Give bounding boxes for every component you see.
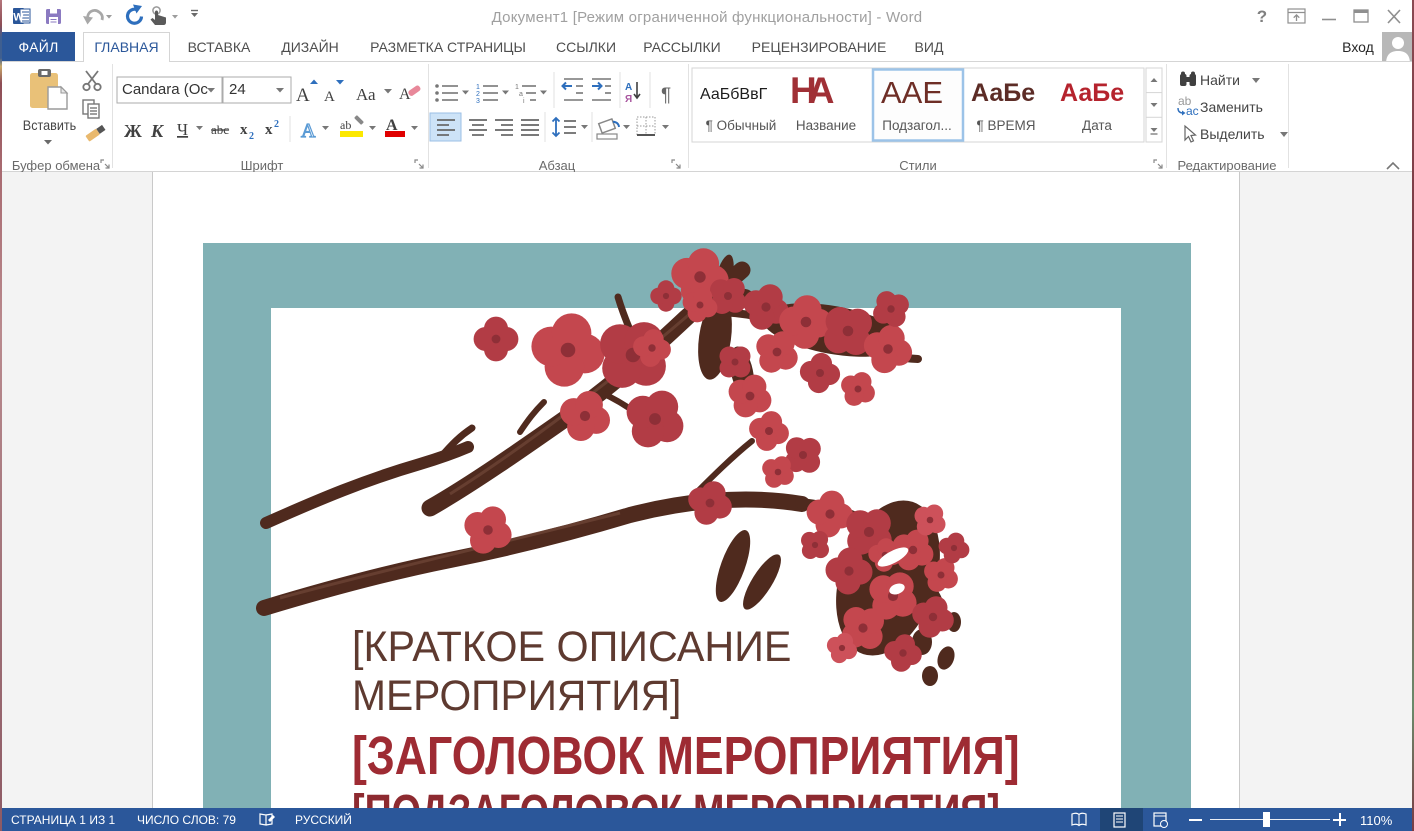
svg-text:ААЕ: ААЕ — [881, 75, 943, 110]
svg-text:К: К — [150, 121, 165, 141]
svg-text:Я: Я — [625, 94, 632, 105]
svg-text:x: x — [265, 122, 273, 138]
svg-text:Ч: Ч — [177, 120, 188, 139]
svg-text:АаБе: АаБе — [971, 79, 1035, 107]
svg-text:АаБе: АаБе — [1060, 79, 1124, 107]
svg-text:Аа: Аа — [356, 85, 376, 104]
svg-text:3: 3 — [476, 98, 480, 105]
svg-text:a: a — [519, 91, 523, 98]
svg-text:А: А — [324, 89, 335, 105]
svg-text:Ж: Ж — [124, 121, 142, 141]
svg-text:abc: abc — [211, 122, 229, 137]
svg-text:А: А — [301, 120, 316, 142]
svg-text:¶: ¶ — [661, 85, 671, 106]
svg-text:Подзагол...: Подзагол... — [882, 118, 951, 133]
svg-text:1: 1 — [476, 84, 480, 91]
svg-text:i: i — [523, 98, 525, 105]
svg-text:ab: ab — [340, 118, 351, 132]
svg-text:Дата: Дата — [1082, 118, 1112, 133]
svg-text:1: 1 — [515, 84, 519, 91]
svg-text:2: 2 — [249, 131, 254, 142]
svg-text:А: А — [625, 82, 632, 93]
svg-text:¶ ВРЕМЯ: ¶ ВРЕМЯ — [976, 118, 1035, 133]
svg-text:2: 2 — [274, 119, 279, 130]
svg-text:Название: Название — [796, 118, 856, 133]
svg-text:АаБбВвГ: АаБбВвГ — [700, 86, 768, 103]
svg-text:ac: ac — [1186, 104, 1199, 118]
svg-text:¶ Обычный: ¶ Обычный — [706, 118, 777, 133]
svg-text:А: А — [296, 85, 310, 106]
svg-text:x: x — [240, 122, 248, 138]
svg-text:2: 2 — [476, 91, 480, 98]
